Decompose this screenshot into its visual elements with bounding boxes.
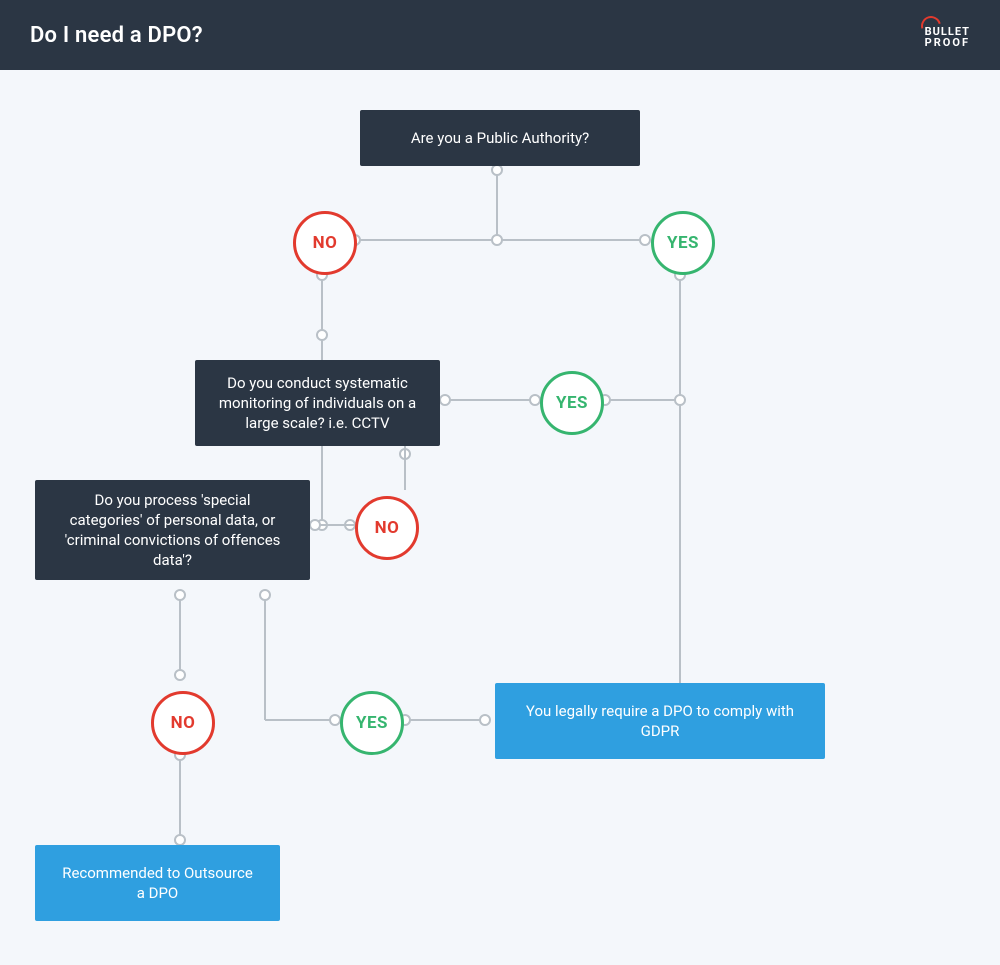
- answer-q1-yes: YES: [651, 211, 715, 275]
- label-no: NO: [171, 713, 196, 733]
- answer-q3-yes: YES: [340, 691, 404, 755]
- text-recommend: Recommended to Outsource a DPO: [57, 863, 258, 904]
- answer-q1-no: NO: [293, 211, 357, 275]
- text-legal: You legally require a DPO to comply with…: [517, 701, 803, 742]
- answer-q2-no: NO: [355, 496, 419, 560]
- label-no: NO: [313, 233, 338, 253]
- answer-q3-no: NO: [151, 691, 215, 755]
- outcome-recommended-outsource: Recommended to Outsource a DPO: [35, 845, 280, 921]
- outcome-legally-require-dpo: You legally require a DPO to comply with…: [495, 683, 825, 759]
- page-root: Do I need a DPO? BULLET PROOF: [0, 0, 1000, 965]
- label-yes: YES: [356, 713, 388, 733]
- brand-logo: BULLET PROOF: [925, 22, 970, 48]
- label-yes: YES: [667, 233, 699, 253]
- label-yes: YES: [556, 393, 588, 413]
- page-title: Do I need a DPO?: [30, 23, 203, 48]
- logo-line2: PROOF: [925, 37, 970, 48]
- text-q2: Do you conduct systematic monitoring of …: [217, 373, 418, 434]
- answer-q2-yes: YES: [540, 371, 604, 435]
- text-q3: Do you process 'special categories' of p…: [57, 490, 288, 571]
- text-q1: Are you a Public Authority?: [411, 128, 589, 148]
- question-systematic-monitoring: Do you conduct systematic monitoring of …: [195, 360, 440, 446]
- header-bar: Do I need a DPO? BULLET PROOF: [0, 0, 1000, 70]
- question-special-categories: Do you process 'special categories' of p…: [35, 480, 310, 580]
- label-no: NO: [375, 518, 400, 538]
- flowchart-canvas: Are you a Public Authority? NO YES Do yo…: [0, 70, 1000, 965]
- question-public-authority: Are you a Public Authority?: [360, 110, 640, 166]
